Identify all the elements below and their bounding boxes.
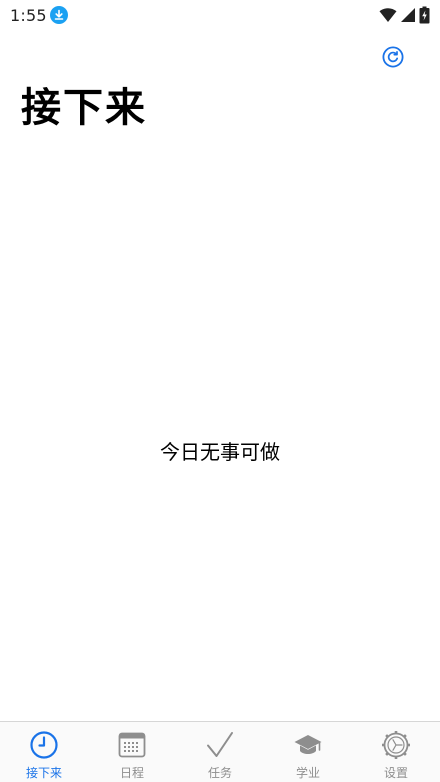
gear-icon: [382, 731, 410, 759]
cellular-signal-icon: [401, 8, 415, 22]
download-icon: [50, 6, 68, 24]
page-title: 接下来: [21, 85, 147, 131]
refresh-icon: [382, 46, 404, 68]
empty-state-message: 今日无事可做: [160, 440, 280, 464]
tab-label: 接下来: [25, 766, 62, 780]
tab-schedule[interactable]: 日程: [88, 722, 176, 782]
graduation-cap-icon: [294, 735, 322, 754]
status-icons: [379, 5, 430, 25]
tab-label: 学业: [295, 766, 320, 780]
tab-tasks[interactable]: 任务: [176, 722, 264, 782]
battery-charging-icon: [419, 6, 430, 24]
calendar-icon: [118, 732, 146, 758]
tab-settings[interactable]: 设置: [352, 722, 440, 782]
tab-next[interactable]: 接下来: [0, 722, 88, 782]
status-time: 1:55: [10, 6, 47, 25]
status-bar: 1:55: [0, 0, 440, 30]
refresh-button[interactable]: [382, 46, 404, 68]
wifi-icon: [379, 8, 397, 22]
tab-label: 设置: [383, 766, 408, 780]
tab-label: 任务: [207, 766, 232, 780]
clock-icon: [30, 731, 58, 759]
bottom-tab-bar: 接下来 日程 任务 学业 设置: [0, 721, 440, 782]
tab-academics[interactable]: 学业: [264, 722, 352, 782]
checkmark-icon: [207, 732, 233, 757]
tab-label: 日程: [119, 766, 144, 780]
